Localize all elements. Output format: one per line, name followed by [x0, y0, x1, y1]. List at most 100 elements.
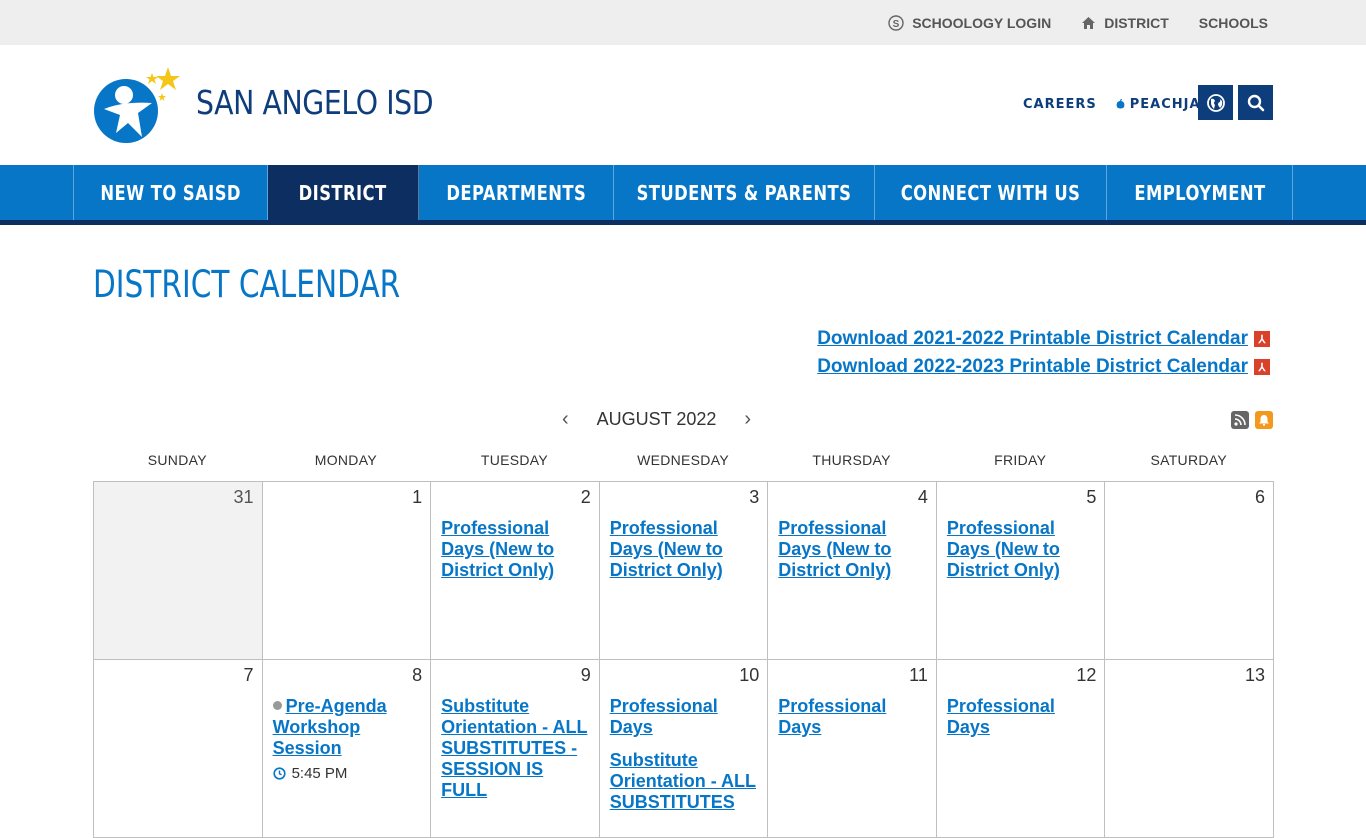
nav-item-label: NEW TO SAISD — [100, 180, 241, 205]
nav-item-label: DISTRICT — [299, 180, 387, 205]
dow-monday: MONDAY — [314, 452, 377, 468]
calendar-grid: 31 1 2 Professional Days (New to Distric… — [93, 481, 1274, 838]
month-label: AUGUST 2022 — [596, 409, 717, 429]
nav-item-departments[interactable]: DEPARTMENTS — [419, 165, 614, 220]
calendar-day-cell[interactable]: 1 — [262, 482, 432, 660]
day-number: 8 — [412, 665, 423, 685]
event-link[interactable]: Professional Days — [778, 696, 926, 738]
download-2022-2023-link[interactable]: Download 2022-2023 Printable District Ca… — [817, 356, 1248, 378]
schoology-icon: S — [888, 14, 904, 31]
schools-link-label: SCHOOLS — [1198, 14, 1268, 31]
schoology-login-label: SCHOOLOGY LOGIN — [912, 14, 1052, 31]
rss-feed-icon[interactable] — [1231, 411, 1249, 429]
calendar-day-cell[interactable]: 10 Professional Days Substitute Orientat… — [599, 660, 769, 838]
nav-items: NEW TO SAISD DISTRICT DEPARTMENTS STUDEN… — [73, 165, 1293, 220]
download-2021-row: Download 2021-2022 Printable District Ca… — [817, 328, 1270, 350]
prev-month-button[interactable]: ‹ — [558, 408, 573, 431]
nav-item-new-to-saisd[interactable]: NEW TO SAISD — [74, 165, 268, 220]
month-navigation: ‹ AUGUST 2022 › — [558, 408, 755, 431]
utility-bar: S SCHOOLOGY LOGIN DISTRICT SCHOOLS — [0, 0, 1366, 45]
search-button[interactable] — [1238, 85, 1273, 120]
nav-item-students-parents[interactable]: STUDENTS & PARENTS — [614, 165, 875, 220]
utility-links: S SCHOOLOGY LOGIN DISTRICT SCHOOLS — [888, 0, 1268, 45]
days-of-week-row: SUNDAY MONDAY TUESDAY WEDNESDAY THURSDAY… — [93, 452, 1273, 468]
calendar-day-cell[interactable]: 8 Pre-Agenda Workshop Session 5:45 PM — [262, 660, 432, 838]
dow-tuesday: TUESDAY — [480, 452, 549, 468]
calendar-day-cell[interactable]: 4 Professional Days (New to District Onl… — [768, 482, 937, 660]
clock-icon — [272, 767, 286, 780]
nav-item-label: EMPLOYMENT — [1133, 180, 1266, 205]
day-number: 4 — [917, 487, 928, 507]
site-title[interactable]: SAN ANGELO ISD — [196, 83, 434, 122]
day-number: 10 — [739, 665, 760, 685]
day-number: 12 — [1076, 665, 1097, 685]
calendar-day-cell[interactable]: 3 Professional Days (New to District Onl… — [599, 482, 769, 660]
calendar-day-cell[interactable]: 13 — [1105, 660, 1274, 838]
careers-label: CAREERS — [1023, 97, 1097, 112]
day-number: 7 — [243, 665, 254, 685]
nav-item-label: CONNECT WITH US — [900, 180, 1081, 205]
svg-text:S: S — [893, 19, 900, 30]
pdf-icon: ⅄ — [1254, 331, 1270, 347]
event-link[interactable]: Pre-Agenda Workshop Session — [273, 696, 421, 759]
district-link[interactable]: DISTRICT — [1081, 15, 1169, 31]
district-logo-icon[interactable] — [94, 67, 184, 145]
day-number: 31 — [233, 487, 254, 507]
dow-friday: FRIDAY — [994, 452, 1047, 468]
bell-icon — [1259, 415, 1269, 426]
calendar-day-cell[interactable]: 31 — [94, 482, 263, 660]
calendar-day-cell[interactable]: 12 Professional Days — [936, 660, 1106, 838]
pdf-icon: ⅄ — [1254, 359, 1270, 375]
schools-link[interactable]: SCHOOLS — [1199, 15, 1268, 31]
event-link[interactable]: Professional Days (New to District Only) — [947, 518, 1095, 581]
nav-item-district[interactable]: DISTRICT — [268, 165, 419, 220]
nav-item-label: STUDENTS & PARENTS — [636, 180, 852, 205]
event-link[interactable]: Professional Days — [610, 696, 758, 738]
calendar-day-cell[interactable]: 7 — [94, 660, 263, 838]
day-number: 9 — [580, 665, 591, 685]
event-link[interactable]: Professional Days (New to District Only) — [610, 518, 758, 581]
peachjar-icon — [1116, 99, 1125, 109]
day-number: 5 — [1086, 487, 1097, 507]
calendar-day-cell[interactable]: 9 Substitute Orientation - ALL SUBSTITUT… — [431, 660, 600, 838]
globe-icon — [1206, 93, 1225, 112]
header-links: CAREERS PEACHJAR — [1023, 97, 1212, 112]
site-header: SAN ANGELO ISD CAREERS PEACHJAR — [0, 45, 1366, 165]
page-title: DISTRICT CALENDAR — [93, 263, 401, 306]
day-number: 1 — [412, 487, 423, 507]
download-links: Download 2021-2022 Printable District Ca… — [817, 328, 1270, 384]
district-link-label: DISTRICT — [1104, 14, 1169, 31]
day-number: 6 — [1254, 487, 1265, 507]
download-2022-row: Download 2022-2023 Printable District Ca… — [817, 356, 1270, 378]
calendar-day-cell[interactable]: 5 Professional Days (New to District Onl… — [936, 482, 1106, 660]
home-icon — [1082, 16, 1096, 29]
dow-wednesday: WEDNESDAY — [637, 452, 729, 468]
careers-link[interactable]: CAREERS — [1023, 97, 1097, 112]
feed-icons — [1231, 411, 1273, 429]
event-link[interactable]: Substitute Orientation - ALL SUBSTITUTES… — [441, 696, 589, 801]
event-link[interactable]: Professional Days (New to District Only) — [778, 518, 926, 581]
day-number: 11 — [909, 665, 928, 685]
event-link[interactable]: Professional Days — [947, 696, 1095, 738]
calendar-day-cell[interactable]: 11 Professional Days — [768, 660, 937, 838]
translate-button[interactable] — [1198, 85, 1233, 120]
calendar-day-cell[interactable]: 2 Professional Days (New to District Onl… — [431, 482, 600, 660]
download-2021-2022-link[interactable]: Download 2021-2022 Printable District Ca… — [817, 328, 1248, 350]
rss-icon — [1234, 414, 1246, 426]
dow-sunday: SUNDAY — [147, 452, 207, 468]
day-number: 13 — [1244, 665, 1265, 685]
dow-thursday: THURSDAY — [812, 452, 891, 468]
day-number: 3 — [749, 487, 760, 507]
notification-subscribe-icon[interactable] — [1255, 411, 1273, 429]
event-link[interactable]: Professional Days (New to District Only) — [441, 518, 589, 581]
nav-item-label: DEPARTMENTS — [446, 180, 586, 205]
calendar-month-bar: ‹ AUGUST 2022 › — [93, 408, 1273, 436]
nav-item-employment[interactable]: EMPLOYMENT — [1107, 165, 1293, 220]
event-link[interactable]: Substitute Orientation - ALL SUBSTITUTES — [610, 750, 758, 813]
schoology-login-link[interactable]: S SCHOOLOGY LOGIN — [888, 15, 1051, 31]
main-navigation: NEW TO SAISD DISTRICT DEPARTMENTS STUDEN… — [0, 165, 1366, 225]
next-month-button[interactable]: › — [740, 408, 755, 431]
calendar-day-cell[interactable]: 6 — [1105, 482, 1274, 660]
nav-item-connect-with-us[interactable]: CONNECT WITH US — [875, 165, 1107, 220]
search-icon — [1247, 94, 1264, 111]
